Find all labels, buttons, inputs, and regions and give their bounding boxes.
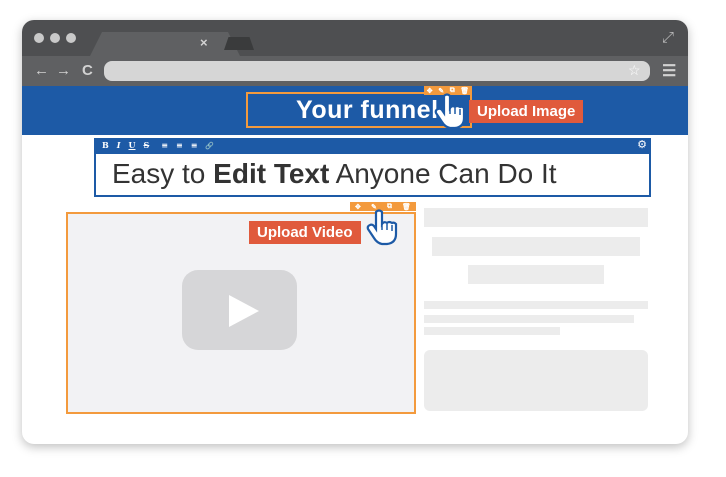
bold-button[interactable]: B — [102, 140, 109, 150]
close-window-dot[interactable] — [34, 33, 44, 43]
browser-window: × ⤢ ← → C ☆ ☰ Your funnel ✥ ✎ ⧉ 🗑 Upload… — [22, 20, 688, 444]
move-icon[interactable]: ✥ — [355, 203, 361, 211]
forward-arrow-icon[interactable]: → — [56, 62, 71, 79]
browser-menu-icon[interactable]: ☰ — [662, 61, 676, 81]
hand-cursor-icon — [366, 208, 400, 254]
reload-icon[interactable]: C — [82, 62, 93, 79]
play-triangle-icon — [229, 295, 259, 327]
headline-bold-part: Edit Text — [213, 158, 330, 189]
address-bar[interactable] — [104, 61, 650, 81]
placeholder-block — [424, 208, 648, 227]
back-arrow-icon[interactable]: ← — [34, 62, 49, 79]
new-tab-button[interactable] — [224, 37, 254, 50]
browser-tab[interactable] — [90, 32, 240, 56]
settings-gear-icon[interactable]: ⚙ — [637, 138, 647, 151]
minimize-window-dot[interactable] — [50, 33, 60, 43]
hand-cursor-icon — [434, 92, 468, 138]
align-left-icon[interactable]: ≡ — [161, 140, 168, 150]
headline-part: Easy to — [112, 158, 214, 189]
upload-video-button[interactable]: Upload Video — [249, 221, 361, 244]
headline-text[interactable]: Easy to Edit Text Anyone Can Do It — [112, 158, 557, 190]
move-icon[interactable]: ✥ — [427, 87, 433, 95]
align-center-icon[interactable]: ≡ — [176, 140, 183, 150]
placeholder-line — [424, 327, 560, 335]
align-right-icon[interactable]: ≡ — [191, 140, 198, 150]
placeholder-block — [432, 237, 640, 256]
delete-icon[interactable]: 🗑 — [402, 203, 411, 211]
upload-image-button[interactable]: Upload Image — [469, 100, 584, 123]
maximize-window-dot[interactable] — [66, 33, 76, 43]
italic-button[interactable]: I — [117, 140, 121, 150]
headline-part: Anyone Can Do It — [329, 158, 557, 189]
strikethrough-button[interactable]: S — [144, 140, 150, 150]
link-icon[interactable]: 🔗 — [205, 141, 214, 150]
placeholder-button — [424, 350, 648, 411]
tab-close-icon[interactable]: × — [200, 35, 208, 50]
bookmark-star-icon[interactable]: ☆ — [628, 62, 641, 79]
expand-icon[interactable]: ⤢ — [662, 29, 674, 46]
underline-button[interactable]: U — [129, 140, 136, 150]
funnel-title[interactable]: Your funnel — [296, 96, 439, 125]
text-editor-toolbar: B I U S ≡ ≡ ≡ 🔗 ⚙ — [94, 138, 651, 152]
placeholder-line — [424, 301, 648, 309]
placeholder-line — [424, 315, 634, 323]
placeholder-block — [468, 265, 604, 284]
